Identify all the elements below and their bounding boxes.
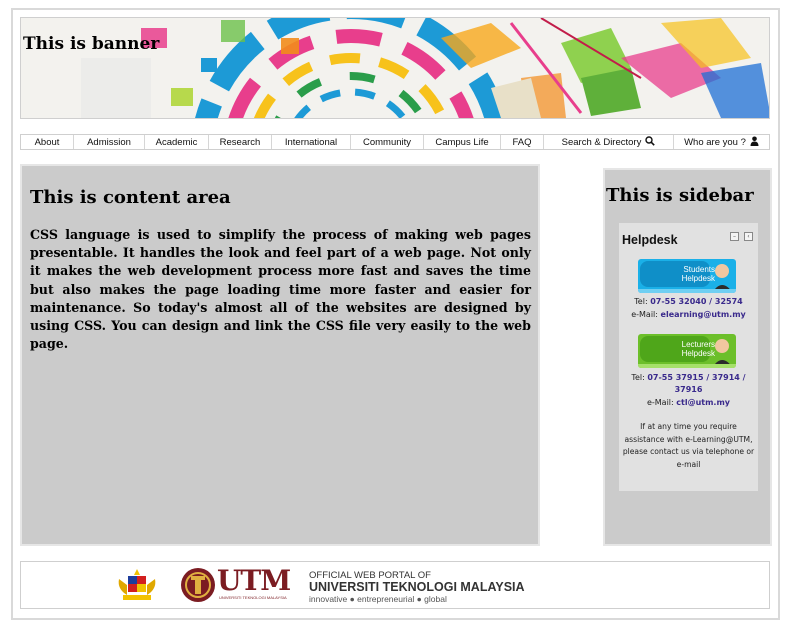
nav-item-faq[interactable]: FAQ xyxy=(501,135,544,149)
students-tel[interactable]: 07-55 32040 / 32574 xyxy=(650,297,743,306)
sidebar-title: This is sidebar xyxy=(606,185,754,206)
nav-item-academic[interactable]: Academic xyxy=(145,135,209,149)
search-directory-label: Search & Directory xyxy=(561,136,642,148)
collapse-left-icon[interactable]: ‹ xyxy=(744,232,753,241)
lecturers-banner-label: Lecturers Helpdesk xyxy=(681,340,715,358)
utm-logo-subtext: UNIVERSITI TEKNOLOGI MALAYSIA xyxy=(219,595,287,600)
students-tel-line: Tel: 07-55 32040 / 32574 xyxy=(634,297,743,306)
portal-tagline: innovative ● entrepreneurial ● global xyxy=(309,594,447,604)
content-title: This is content area xyxy=(30,187,231,208)
lecturers-tel-line-2: 37916 xyxy=(619,384,758,396)
nav-who-are-you[interactable]: Who are you ? xyxy=(674,135,769,149)
utm-emblem-logo xyxy=(181,568,215,602)
lecturers-tel-cont[interactable]: 37916 xyxy=(675,385,703,394)
nav-item-campus-life[interactable]: Campus Life xyxy=(424,135,501,149)
content-body: CSS language is used to simplify the pro… xyxy=(30,227,531,352)
students-banner-label: Students Helpdesk xyxy=(681,265,715,283)
utm-logo-text: UTM xyxy=(217,564,291,597)
helpdesk-note: If at any time you require assistance wi… xyxy=(622,422,755,469)
helpdesk-block: Helpdesk – ‹ Students Helpdesk Tel: 07-5… xyxy=(619,223,758,491)
lecturers-email-link[interactable]: ctl@utm.my xyxy=(676,398,730,407)
lecturers-tel-line: Tel: 07-55 37915 / 37914 / xyxy=(631,373,746,382)
nav-search-directory[interactable]: Search & Directory xyxy=(544,135,674,149)
minimize-icon[interactable]: – xyxy=(730,232,739,241)
helpdesk-title: Helpdesk xyxy=(622,233,678,247)
banner-title: This is banner xyxy=(23,34,160,54)
footer: UTM UNIVERSITI TEKNOLOGI MALAYSIA OFFICI… xyxy=(20,561,770,609)
sidebar: This is sidebar Helpdesk – ‹ Students He… xyxy=(603,168,772,546)
students-email-line: e-Mail: elearning@utm.my xyxy=(631,310,746,319)
user-icon xyxy=(750,136,759,148)
portal-line-2: UNIVERSITI TEKNOLOGI MALAYSIA xyxy=(309,580,525,594)
lecturers-email-line: e-Mail: ctl@utm.my xyxy=(646,398,731,407)
banner: This is banner xyxy=(20,17,770,119)
nav-item-admission[interactable]: Admission xyxy=(74,135,145,149)
nav-item-international[interactable]: International xyxy=(272,135,351,149)
students-email-link[interactable]: elearning@utm.my xyxy=(661,310,746,319)
nav-item-research[interactable]: Research xyxy=(209,135,272,149)
search-icon xyxy=(645,136,656,148)
nav-item-about[interactable]: About xyxy=(21,135,74,149)
content-area: This is content area CSS language is use… xyxy=(20,164,540,546)
main-nav: About Admission Academic Research Intern… xyxy=(20,134,770,150)
who-are-you-label: Who are you ? xyxy=(684,136,746,148)
lecturers-tel[interactable]: 07-55 37915 / 37914 / xyxy=(647,373,745,382)
nav-item-community[interactable]: Community xyxy=(351,135,424,149)
malaysia-crest-logo xyxy=(118,569,156,600)
